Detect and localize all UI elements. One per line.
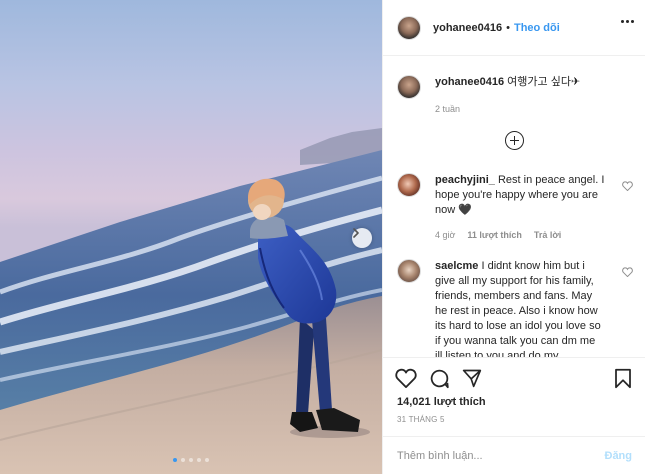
comment-likes[interactable]: 11 lượt thích — [467, 228, 521, 243]
comment-item: peachyjini_ Rest in peace angel. I hope … — [397, 173, 633, 243]
caption-username[interactable]: yohanee0416 — [435, 76, 504, 88]
post-side-panel: yohanee0416 • Theo dõi yohanee0416 여행가고 … — [382, 0, 645, 474]
caption-time[interactable]: 2 tuần — [435, 102, 460, 117]
heart-icon[interactable] — [622, 267, 633, 280]
avatar[interactable] — [397, 173, 421, 197]
beach-photo-illustration — [0, 128, 382, 474]
avatar[interactable] — [397, 259, 421, 283]
comment-text: I didnt know him but i give all my suppo… — [435, 260, 601, 357]
carousel-dot — [181, 458, 185, 462]
plus-circle-icon[interactable] — [505, 131, 524, 150]
comments-section[interactable]: yohanee0416 여행가고 싶다✈ 2 tuần peachyjini_ … — [383, 57, 645, 357]
comment-time[interactable]: 4 giờ — [435, 228, 455, 243]
more-horizontal-icon[interactable] — [621, 20, 634, 23]
bookmark-icon[interactable] — [614, 368, 632, 392]
post-date[interactable]: 31 THÁNG 5 — [397, 415, 445, 424]
post-header: yohanee0416 • Theo dõi — [383, 0, 645, 56]
heart-icon[interactable] — [622, 181, 633, 194]
avatar[interactable] — [397, 15, 421, 40]
avatar[interactable] — [397, 75, 421, 99]
carousel-dot — [197, 458, 201, 462]
comment-icon[interactable] — [429, 368, 450, 392]
carousel-dot — [189, 458, 193, 462]
chevron-right-icon — [353, 228, 359, 238]
likes-count[interactable]: 14,021 lượt thích — [397, 396, 486, 408]
post-photo[interactable] — [0, 0, 382, 474]
send-icon[interactable] — [462, 368, 482, 392]
heart-icon[interactable] — [395, 368, 417, 392]
carousel-dots — [0, 458, 382, 462]
carousel-dot — [205, 458, 209, 462]
reply-button[interactable]: Trả lời — [534, 228, 561, 243]
caption-text: 여행가고 싶다✈ — [507, 76, 581, 88]
header-username[interactable]: yohanee0416 — [433, 22, 502, 34]
header-separator: • — [506, 21, 510, 34]
follow-button[interactable]: Theo dõi — [514, 22, 560, 34]
comment-username[interactable]: saelcme — [435, 260, 478, 272]
post-comment-button[interactable]: Đăng — [605, 450, 633, 462]
post-caption: yohanee0416 여행가고 싶다✈ 2 tuần — [397, 75, 633, 117]
comment-item: saelcme I didnt know him but i give all … — [397, 259, 633, 357]
post-actions: 14,021 lượt thích 31 THÁNG 5 Đăng — [383, 357, 645, 474]
comment-username[interactable]: peachyjini_ — [435, 174, 495, 186]
next-photo-button[interactable] — [352, 228, 372, 248]
add-comment-bar: Đăng — [383, 436, 645, 474]
comment-input[interactable] — [397, 450, 605, 462]
carousel-dot — [173, 458, 177, 462]
